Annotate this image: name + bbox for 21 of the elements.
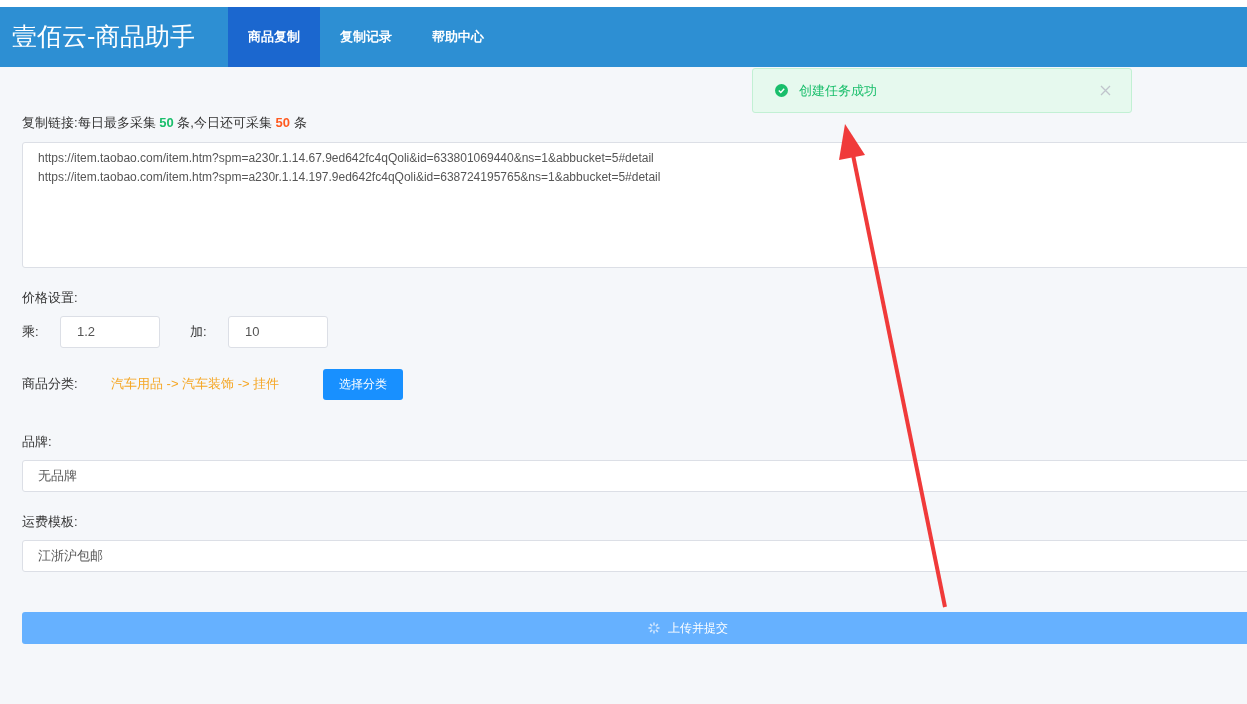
add-input[interactable]: 10 [228,316,328,348]
brand-label: 品牌: [22,433,53,448]
shipping-label: 运费模板: [22,513,79,528]
nav-tab[interactable]: 复制记录 [320,7,412,67]
links-label: 复制链接:每日最多采集 50 条,今日还可采集 50 条 [22,115,308,131]
category-path: 汽车用品 -> 汽车装饰 -> 挂件 [111,375,281,394]
nav-tab[interactable]: 商品复制 [228,7,320,67]
shipping-select[interactable]: 江浙沪包邮 [22,540,1247,572]
close-icon[interactable] [1100,85,1111,96]
links-textarea[interactable]: https://item.taobao.com/item.htm?spm=a230r.1.14.67.9ed642fc4qQoli&id=633801069440&ns=1&abbucket=5#detail https://item.taobao.com/item.htm?spm=a230r.1.14.197.9ed642fc4qQoli&id=638724195765&ns=1&abbucket=5#detail [22,142,1247,268]
brand-select[interactable]: 无品牌 [22,460,1247,492]
loading-spinner-icon [648,622,660,634]
category-label: 商品分类: [22,375,79,394]
multiply-label: 乘: [22,323,40,342]
check-circle-icon [775,84,788,97]
app-title: 壹佰云-商品助手 [11,21,197,53]
add-label: 加: [190,323,208,342]
notification-message: 创建任务成功 [799,81,878,100]
price-label: 价格设置: [22,289,79,304]
multiply-input[interactable]: 1.2 [60,316,160,348]
nav-tab[interactable]: 帮助中心 [412,7,504,67]
